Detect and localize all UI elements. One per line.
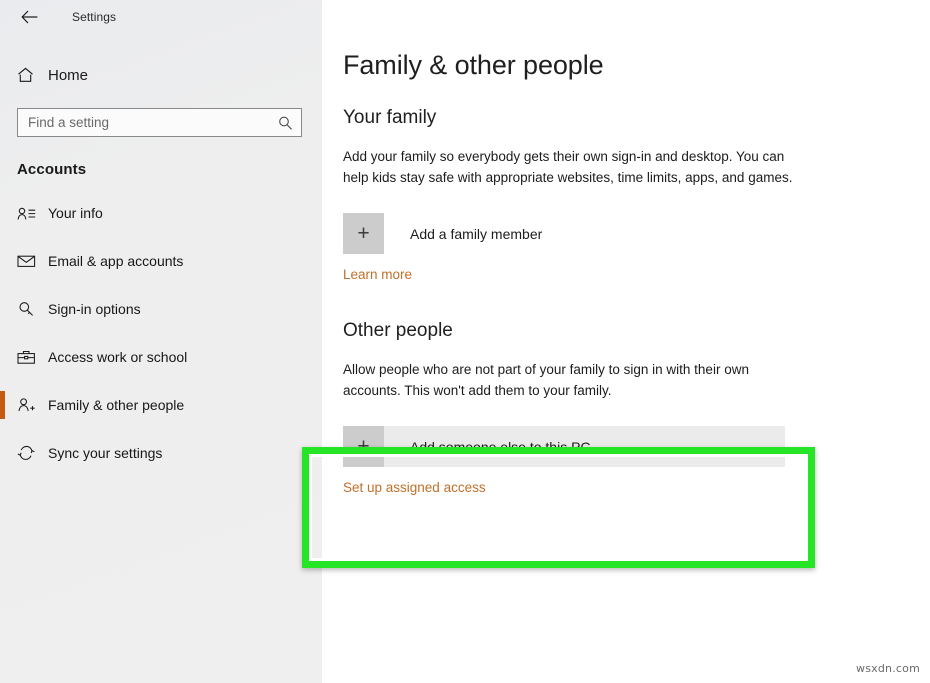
sidebar-nav: Your info Email & app accounts xyxy=(0,196,322,470)
your-family-group: Your family Add your family so everybody… xyxy=(322,107,930,284)
add-someone-else-button[interactable]: + Add someone else to this PC xyxy=(343,426,785,467)
sidebar-item-your-info[interactable]: Your info xyxy=(0,196,322,230)
plus-icon: + xyxy=(343,426,384,467)
watermark: wsxdn.com xyxy=(856,662,920,675)
sidebar-item-home[interactable]: Home xyxy=(0,60,322,90)
envelope-icon xyxy=(17,254,39,268)
sidebar-item-family-other-people-label: Family & other people xyxy=(48,397,184,413)
sync-icon xyxy=(17,445,39,461)
sidebar-item-email-app-accounts-label: Email & app accounts xyxy=(48,253,183,269)
group-title-other-people: Other people xyxy=(343,320,930,342)
sidebar-category-label: Accounts xyxy=(17,161,322,178)
title-bar: Settings xyxy=(0,0,322,34)
sidebar-item-your-info-label: Your info xyxy=(48,205,103,221)
group-description-other-people: Allow people who are not part of your fa… xyxy=(343,359,793,401)
learn-more-link[interactable]: Learn more xyxy=(343,267,412,282)
other-people-group: Other people Allow people who are not pa… xyxy=(322,320,930,497)
briefcase-icon xyxy=(17,350,39,365)
sidebar: Settings Home Accounts xyxy=(0,0,322,683)
content-area: Family & other people Your family Add yo… xyxy=(322,0,930,683)
sidebar-item-email-app-accounts[interactable]: Email & app accounts xyxy=(0,244,322,278)
add-someone-else-label: Add someone else to this PC xyxy=(410,439,591,455)
group-title-your-family: Your family xyxy=(343,107,930,129)
search-input[interactable] xyxy=(18,109,301,136)
contact-card-icon xyxy=(17,206,39,221)
sidebar-item-sync-your-settings-label: Sync your settings xyxy=(48,445,162,461)
group-description-your-family: Add your family so everybody gets their … xyxy=(343,146,793,188)
sidebar-item-sync-your-settings[interactable]: Sync your settings xyxy=(0,436,322,470)
home-icon xyxy=(17,67,39,83)
sidebar-item-access-work-school[interactable]: Access work or school xyxy=(0,340,322,374)
plus-icon: + xyxy=(343,213,384,254)
sidebar-item-sign-in-options-label: Sign-in options xyxy=(48,301,141,317)
search-box[interactable] xyxy=(17,108,302,137)
back-button[interactable] xyxy=(14,4,44,30)
key-icon xyxy=(17,301,39,317)
app-title: Settings xyxy=(72,10,116,24)
add-family-member-button[interactable]: + Add a family member xyxy=(343,213,785,254)
selection-accent-bar xyxy=(0,391,5,419)
sidebar-item-home-label: Home xyxy=(48,67,88,84)
add-person-icon xyxy=(17,397,39,413)
back-arrow-icon xyxy=(21,10,38,24)
set-up-assigned-access-link[interactable]: Set up assigned access xyxy=(343,480,486,495)
search-icon[interactable] xyxy=(278,115,293,130)
settings-window: Settings Home Accounts xyxy=(0,0,930,683)
page-title: Family & other people xyxy=(343,50,930,81)
sidebar-item-sign-in-options[interactable]: Sign-in options xyxy=(0,292,322,326)
add-family-member-label: Add a family member xyxy=(410,226,542,242)
sidebar-item-family-other-people[interactable]: Family & other people xyxy=(0,388,322,422)
sidebar-item-access-work-school-label: Access work or school xyxy=(48,349,187,365)
